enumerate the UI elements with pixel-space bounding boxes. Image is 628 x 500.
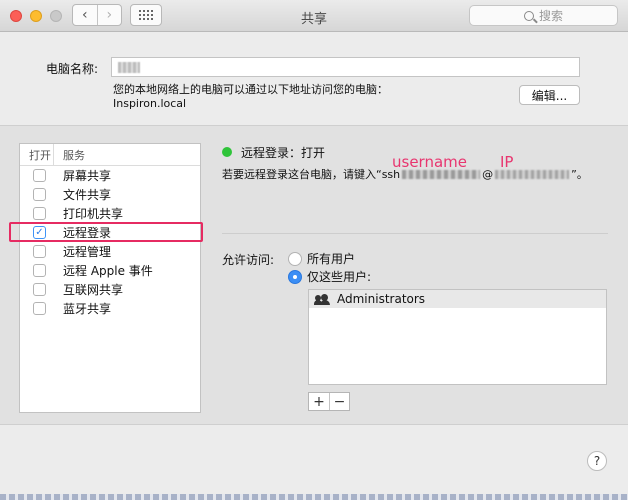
header-service[interactable]: 服务 bbox=[54, 147, 85, 163]
service-label: 文件共享 bbox=[63, 188, 112, 202]
ssh-prefix: 若要远程登录这台电脑，请键入“ssh bbox=[222, 168, 401, 181]
list-item[interactable]: Administrators bbox=[309, 290, 606, 308]
computer-name-section: 电脑名称: 您的本地网络上的电脑可以通过以下地址访问您的电脑： Inspiron… bbox=[0, 33, 628, 125]
service-label: 远程管理 bbox=[63, 245, 112, 259]
help-button[interactable]: ? bbox=[587, 451, 607, 471]
access-label: 允许访问: bbox=[222, 253, 275, 267]
header-open[interactable]: 打开 bbox=[20, 144, 54, 165]
service-checkbox[interactable] bbox=[33, 207, 46, 220]
service-checkbox[interactable] bbox=[33, 169, 46, 182]
service-list: 打开 服务 屏幕共享 文件共享 打印机共享 ✓ 远程登录 远程管理 远程 Apple 事件互… bbox=[19, 143, 201, 413]
computer-name-label: 电脑名称: bbox=[46, 62, 99, 76]
user-group-label: Administrators bbox=[337, 292, 426, 306]
search-input[interactable]: 搜索 bbox=[469, 5, 618, 26]
redacted-username bbox=[402, 169, 481, 179]
service-rows: 屏幕共享 文件共享 打印机共享 ✓ 远程登录 远程管理 远程 Apple 事件 互联网共享 蓝牙… bbox=[20, 166, 200, 318]
background-strip bbox=[0, 494, 628, 500]
add-remove-group: + − bbox=[308, 392, 350, 411]
remote-login-highlight-annotation bbox=[9, 222, 203, 242]
service-label: 远程 Apple 事件 bbox=[63, 264, 153, 278]
computer-name-field[interactable] bbox=[111, 57, 580, 77]
service-row[interactable]: 屏幕共享 bbox=[20, 166, 200, 185]
service-checkbox[interactable] bbox=[33, 283, 46, 296]
status-indicator-icon bbox=[222, 147, 232, 157]
address-hint: 您的本地网络上的电脑可以通过以下地址访问您的电脑： bbox=[113, 83, 388, 96]
service-row[interactable]: 互联网共享 bbox=[20, 280, 200, 299]
service-list-header: 打开 服务 bbox=[20, 144, 200, 166]
radio-all-users-control[interactable] bbox=[288, 251, 302, 266]
service-label: 打印机共享 bbox=[63, 207, 124, 221]
service-row[interactable]: 打印机共享 bbox=[20, 204, 200, 223]
sharing-main-panel: 打开 服务 屏幕共享 文件共享 打印机共享 ✓ 远程登录 远程管理 远程 Apple 事件互… bbox=[0, 125, 628, 425]
service-label: 蓝牙共享 bbox=[63, 302, 112, 316]
local-address-description: 您的本地网络上的电脑可以通过以下地址访问您的电脑： Inspiron.local bbox=[113, 83, 388, 111]
radio-all-users[interactable]: 所有用户 bbox=[288, 250, 355, 267]
service-checkbox[interactable] bbox=[33, 264, 46, 277]
service-label: 互联网共享 bbox=[63, 283, 124, 297]
ssh-at: @ bbox=[482, 167, 494, 181]
allowed-users-list: Administrators bbox=[308, 289, 607, 385]
service-checkbox[interactable] bbox=[33, 188, 46, 201]
radio-only-these-users[interactable]: 仅这些用户: bbox=[288, 268, 371, 285]
service-row[interactable]: 蓝牙共享 bbox=[20, 299, 200, 318]
radio-only-these-users-label: 仅这些用户: bbox=[307, 270, 372, 284]
remove-user-button[interactable]: − bbox=[329, 393, 349, 410]
radio-all-users-label: 所有用户 bbox=[307, 252, 356, 266]
service-checkbox[interactable] bbox=[33, 302, 46, 315]
search-placeholder: 搜索 bbox=[538, 9, 563, 23]
section-divider bbox=[222, 233, 608, 234]
local-hostname: Inspiron.local bbox=[113, 97, 187, 110]
user-group-icon bbox=[314, 294, 331, 305]
service-row[interactable]: 远程 Apple 事件 bbox=[20, 261, 200, 280]
ssh-suffix: ”。 bbox=[571, 168, 588, 181]
radio-only-these-users-control[interactable] bbox=[288, 269, 302, 284]
service-row[interactable]: 文件共享 bbox=[20, 185, 200, 204]
service-label: 屏幕共享 bbox=[63, 169, 112, 183]
service-row[interactable]: 远程管理 bbox=[20, 242, 200, 261]
title-bar: ‹ › 共享 搜索 bbox=[0, 0, 628, 32]
question-icon: ? bbox=[593, 454, 601, 468]
add-user-button[interactable]: + bbox=[309, 393, 329, 410]
remote-login-status: 远程登录：打开 bbox=[241, 146, 326, 160]
ssh-instruction: 若要远程登录这台电脑，请键入“ssh @ ”。 bbox=[222, 166, 588, 182]
redacted-ip bbox=[495, 169, 570, 179]
edit-button[interactable]: 编辑... bbox=[519, 85, 580, 105]
redacted-computer-name bbox=[118, 62, 140, 73]
search-icon bbox=[523, 10, 534, 21]
service-checkbox[interactable] bbox=[33, 245, 46, 258]
